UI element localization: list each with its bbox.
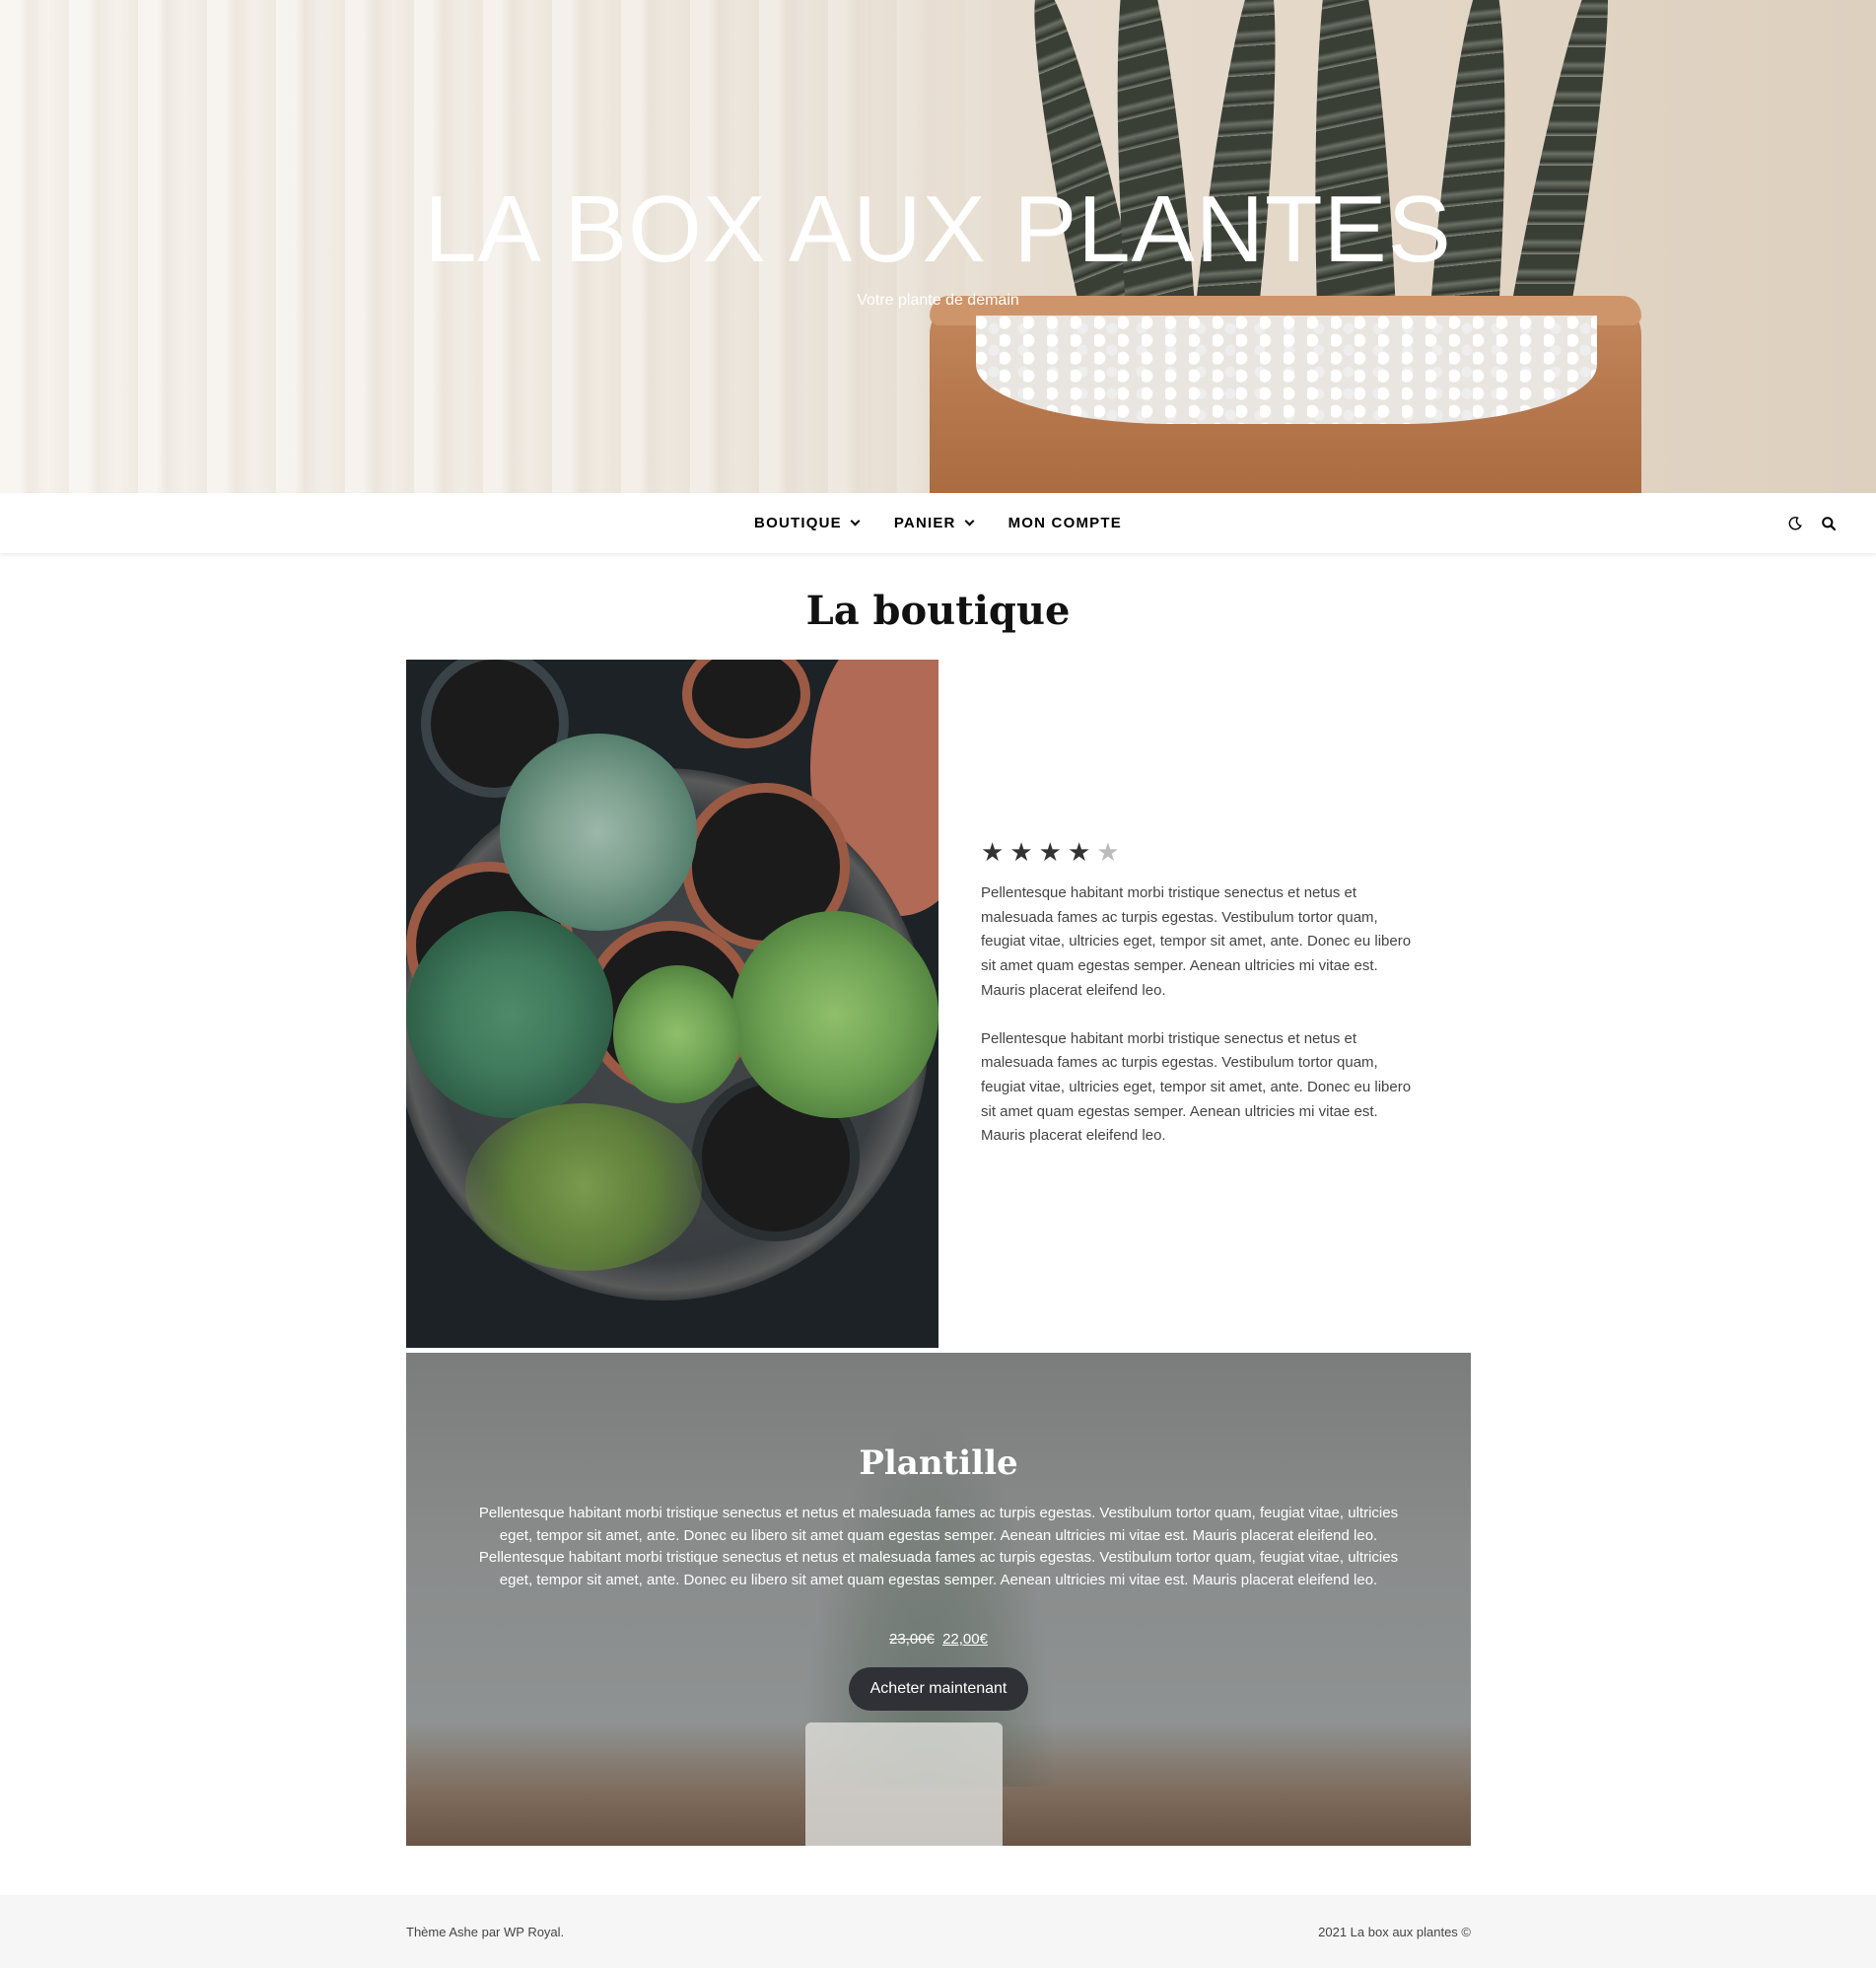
succulent <box>500 734 697 931</box>
fern-plant <box>731 911 938 1118</box>
fern-plant <box>613 965 741 1103</box>
main-navigation: BOUTIQUE PANIER MON COMPTE <box>0 493 1876 553</box>
product-image[interactable] <box>406 660 938 1348</box>
banner-content: Plantille Pellentesque habitant morbi tr… <box>406 1443 1471 1711</box>
pot-pebbles <box>976 316 1597 424</box>
product-title[interactable]: Plantille <box>406 1443 1471 1483</box>
page-title: La boutique <box>805 588 1071 634</box>
chevron-down-icon <box>850 516 861 527</box>
banner-background-pot <box>805 1722 1003 1846</box>
nav-item-label: MON COMPTE <box>1007 515 1122 531</box>
star-icon: ★ <box>1038 837 1062 867</box>
product-banner: Plantille Pellentesque habitant morbi tr… <box>406 1353 1471 1846</box>
buy-now-button[interactable]: Acheter maintenant <box>848 1667 1029 1711</box>
search-icon[interactable] <box>1821 516 1837 531</box>
footer-copyright: 2021 La box aux plantes © <box>1318 1925 1471 1939</box>
nav-menu: BOUTIQUE PANIER MON COMPTE <box>0 493 1876 553</box>
nav-item-mon-compte[interactable]: MON COMPTE <box>1008 515 1122 531</box>
star-icon: ★ <box>981 837 1005 867</box>
product-price: 23,00€ 22,00€ <box>406 1631 1471 1648</box>
succulent <box>406 911 613 1118</box>
nav-icons <box>1787 493 1837 553</box>
moon-icon[interactable] <box>1787 516 1803 531</box>
star-icon: ★ <box>1009 837 1033 867</box>
old-price: 23,00€ <box>889 1631 935 1648</box>
star-rating: ★ ★ ★ ★ ★ <box>981 836 1415 868</box>
star-icon: ★ <box>1096 837 1120 867</box>
site-tagline: Votre plante de demain <box>857 292 1019 309</box>
fern-plant <box>465 1103 702 1271</box>
pot-shape <box>682 660 810 748</box>
product-description: Pellentesque habitant morbi tristique se… <box>981 1029 1412 1145</box>
banner-description: Pellentesque habitant morbi tristique se… <box>478 1549 1399 1588</box>
footer-credit[interactable]: Thème Ashe par WP Royal. <box>406 1925 564 1939</box>
nav-item-boutique[interactable]: BOUTIQUE <box>754 515 861 531</box>
chevron-down-icon <box>964 516 975 527</box>
site-title[interactable]: LA BOX AUX PLANTES <box>0 176 1876 284</box>
footer: Thème Ashe par WP Royal. 2021 La box aux… <box>0 1895 1876 1968</box>
star-icon: ★ <box>1067 837 1091 867</box>
nav-item-label: BOUTIQUE <box>754 515 842 531</box>
product-summary: ★ ★ ★ ★ ★ Pellentesque habitant morbi tr… <box>981 836 1415 1172</box>
product-description: Pellentesque habitant morbi tristique se… <box>981 884 1412 999</box>
current-price: 22,00€ <box>942 1631 988 1648</box>
hero-header: LA BOX AUX PLANTES Votre plante de demai… <box>0 0 1876 493</box>
nav-item-label: PANIER <box>893 515 956 531</box>
nav-item-panier[interactable]: PANIER <box>893 515 975 531</box>
banner-description: Pellentesque habitant morbi tristique se… <box>478 1505 1399 1544</box>
